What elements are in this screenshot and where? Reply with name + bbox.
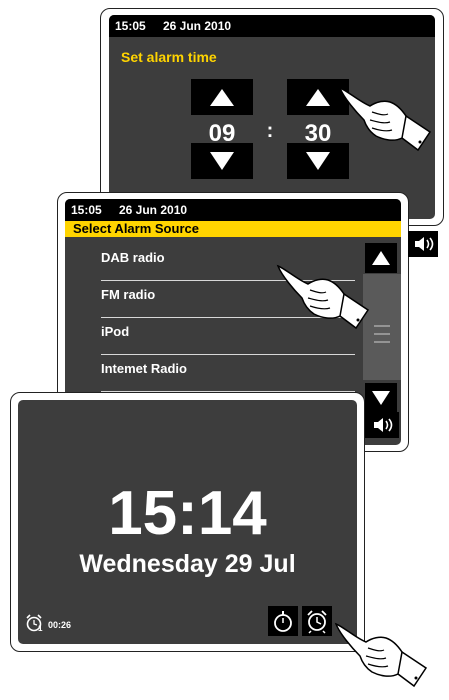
list-item-internet-radio[interactable]: Intemet Radio: [101, 354, 355, 392]
status-time: 15:05: [71, 203, 102, 217]
alarm-number: 1: [38, 624, 43, 633]
volume-button[interactable]: [365, 412, 399, 438]
alarm-button[interactable]: [302, 606, 332, 636]
alarm-clock-icon: [307, 610, 327, 634]
hour-down-button[interactable]: [191, 143, 253, 179]
arrow-up-icon: [210, 89, 234, 106]
arrow-down-icon: [372, 391, 390, 405]
pointing-hand-icon: [334, 622, 428, 688]
page-title: Select Alarm Source: [65, 221, 401, 237]
volume-icon: [374, 418, 393, 432]
clock-screen: 15:14 Wednesday 29 Jul 1 00:26: [18, 400, 357, 644]
status-bar: 15:05 26 Jun 2010: [65, 199, 401, 221]
pointing-hand-icon: [276, 264, 370, 330]
list-item-label: iPod: [101, 324, 130, 339]
status-bar: 15:05 26 Jun 2010: [109, 15, 435, 37]
alarm-clock-icon: [26, 614, 42, 632]
clock-device: 15:14 Wednesday 29 Jul 1 00:26: [10, 392, 365, 652]
list-item-label: Intemet Radio: [101, 361, 187, 376]
page-title: Set alarm time: [121, 49, 217, 65]
pointing-hand-icon: [338, 86, 432, 152]
status-date: 26 Jun 2010: [163, 19, 232, 33]
status-time: 15:05: [115, 19, 146, 33]
scroll-down-button[interactable]: [365, 383, 397, 413]
timer-button[interactable]: [268, 606, 298, 636]
hour-up-button[interactable]: [191, 79, 253, 115]
clock-time: 15:14: [108, 479, 267, 548]
alarm-indicator: 1 00:26: [24, 612, 104, 636]
volume-button[interactable]: [408, 231, 438, 257]
arrow-down-icon: [210, 152, 234, 170]
timer-icon: [274, 611, 292, 632]
volume-icon: [415, 237, 434, 251]
list-item-label: DAB radio: [101, 250, 165, 265]
alarm-time: 00:26: [48, 620, 72, 630]
time-separator: :: [266, 120, 274, 142]
status-date: 26 Jun 2010: [119, 203, 188, 217]
clock-date: Wednesday 29 Jul: [79, 550, 296, 578]
list-item-label: FM radio: [101, 287, 156, 302]
